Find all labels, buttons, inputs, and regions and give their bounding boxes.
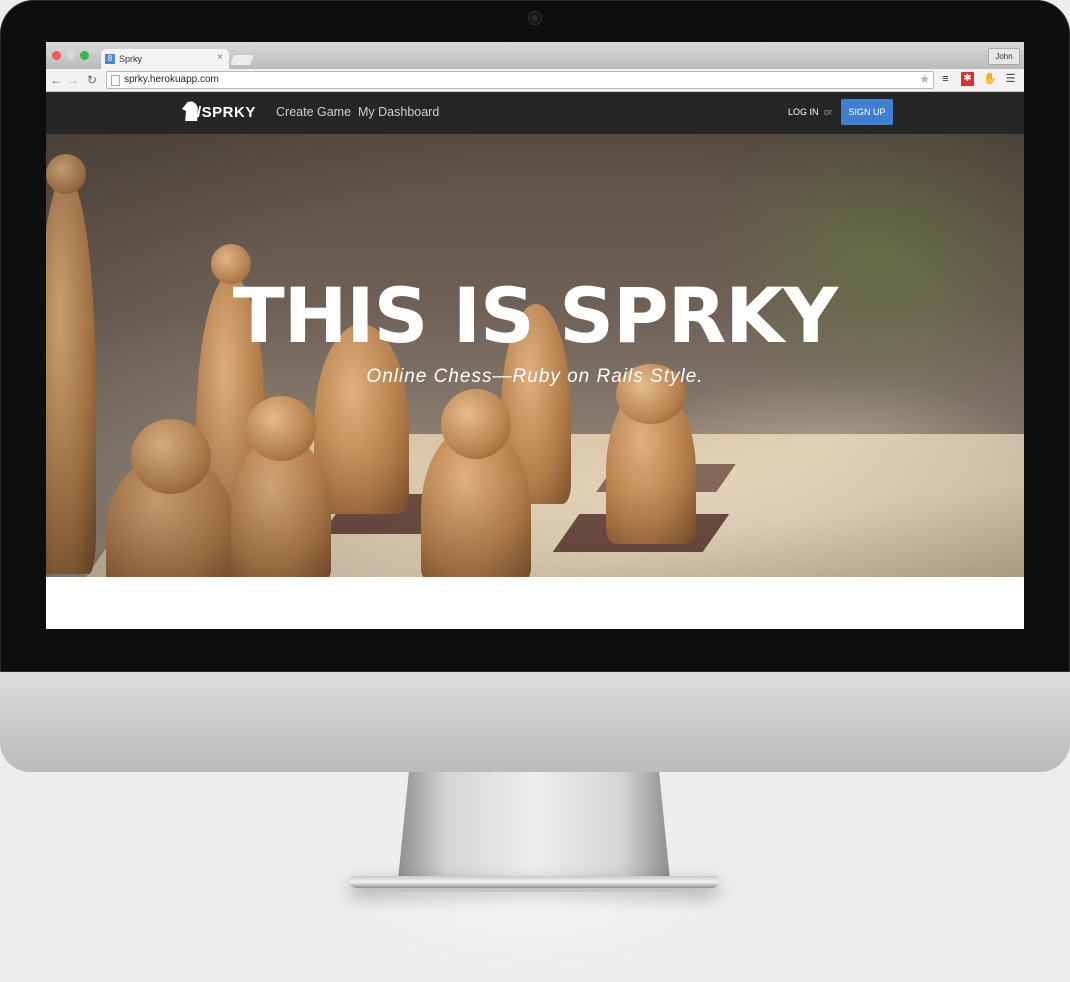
floor-reflection xyxy=(330,892,740,972)
browser-window: 8 Sprky × John ← → ↻ sprky.herokuapp.com… xyxy=(46,42,1024,629)
minimize-window-icon[interactable] xyxy=(66,51,75,60)
hand-extension-icon[interactable]: ✋ xyxy=(983,72,997,86)
tab-title: Sprky xyxy=(119,54,143,64)
red-extension-icon[interactable]: ✱ xyxy=(961,72,974,86)
tab-close-icon[interactable]: × xyxy=(217,52,223,63)
url-text: sprky.herokuapp.com xyxy=(124,74,219,85)
bookmark-star-icon[interactable]: ★ xyxy=(919,72,930,86)
monitor-stand xyxy=(398,772,670,880)
signup-button[interactable]: SIGN UP xyxy=(841,99,893,125)
close-window-icon[interactable] xyxy=(52,51,61,60)
nav-create-game[interactable]: Create Game xyxy=(276,105,351,119)
hero-title: THIS IS SPRKY xyxy=(232,271,838,360)
hero-banner: THIS IS SPRKY Online Chess—Ruby on Rails… xyxy=(46,134,1024,577)
monitor-base xyxy=(350,876,718,888)
browser-toolbar: ← → ↻ sprky.herokuapp.com ★ ≡ ✱ ✋ ☰ xyxy=(46,69,1024,92)
new-tab-button[interactable] xyxy=(230,55,254,65)
reload-icon[interactable]: ↻ xyxy=(87,71,97,89)
tab-strip: 8 Sprky × John xyxy=(46,42,1024,69)
or-text: or xyxy=(824,107,833,117)
hero-subtitle: Online Chess—Ruby on Rails Style. xyxy=(366,366,704,387)
buffer-stack-icon[interactable]: ≡ xyxy=(939,72,952,86)
tab-sprky[interactable]: 8 Sprky × xyxy=(101,49,229,69)
site-navbar: /SPRKY Create Game My Dashboard LOG IN o… xyxy=(46,92,1024,134)
address-bar[interactable]: sprky.herokuapp.com ★ xyxy=(106,71,934,89)
monitor-chin xyxy=(0,672,1070,772)
forward-arrow-icon[interactable]: → xyxy=(67,71,79,89)
profile-button[interactable]: John xyxy=(988,48,1020,65)
maximize-window-icon[interactable] xyxy=(80,51,89,60)
camera-icon xyxy=(529,12,541,24)
menu-icon[interactable]: ☰ xyxy=(1004,72,1017,86)
login-link[interactable]: LOG IN xyxy=(788,107,819,117)
back-arrow-icon[interactable]: ← xyxy=(50,71,62,89)
nav-my-dashboard[interactable]: My Dashboard xyxy=(358,105,439,119)
knight-icon xyxy=(182,101,198,121)
page-icon xyxy=(111,75,120,86)
favicon-icon: 8 xyxy=(105,54,115,64)
logo-text: /SPRKY xyxy=(197,104,256,121)
